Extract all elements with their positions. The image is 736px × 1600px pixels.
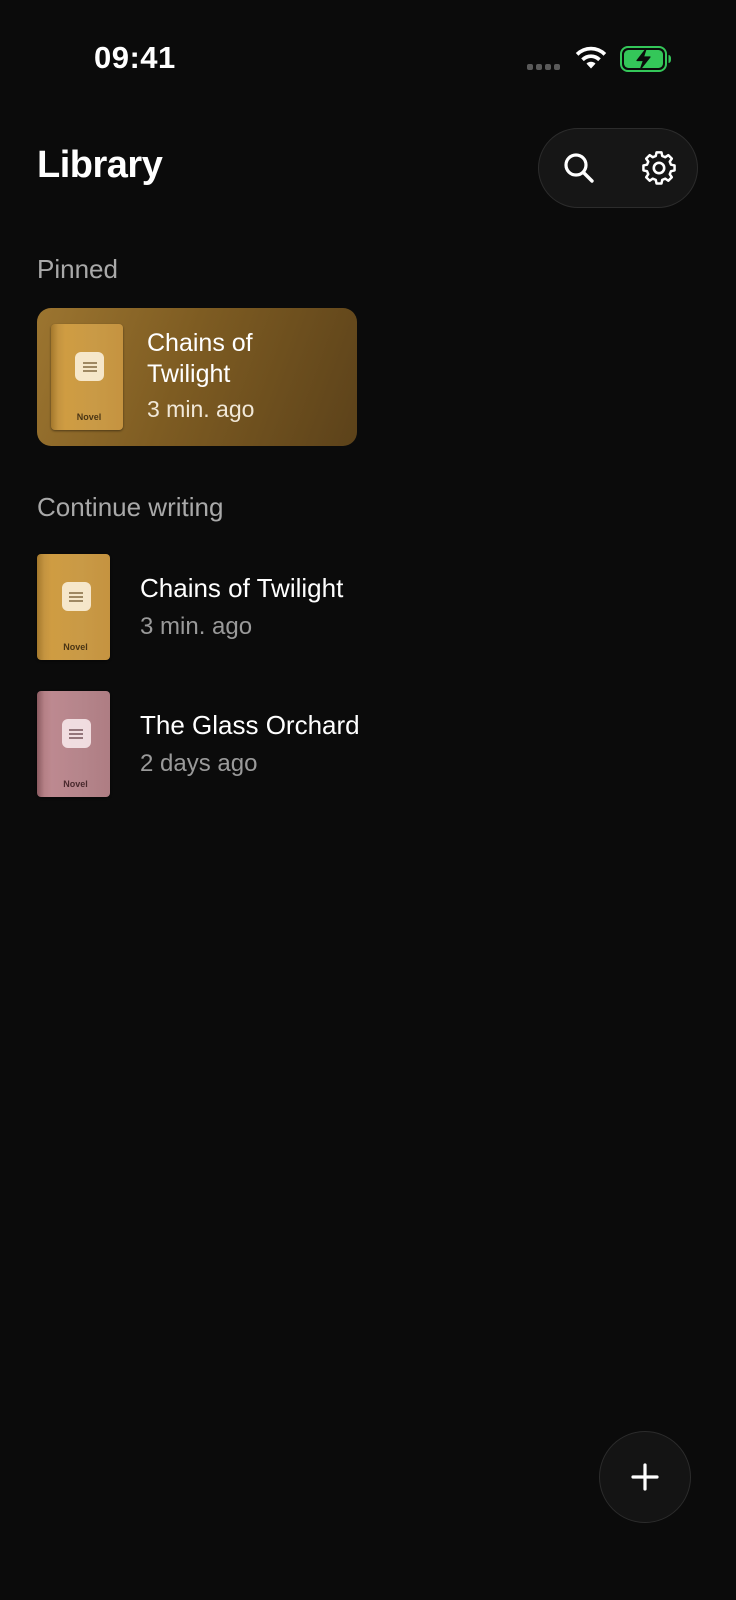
- battery-charging-icon: [620, 46, 671, 72]
- new-book-button[interactable]: [599, 1431, 691, 1523]
- search-button[interactable]: [539, 129, 619, 206]
- book-time: 2 days ago: [140, 750, 258, 777]
- plus-icon: [631, 1463, 659, 1491]
- document-icon: [61, 582, 91, 611]
- book-time: 3 min. ago: [140, 613, 253, 640]
- section-label-pinned: Pinned: [37, 254, 118, 284]
- cover-label: Novel: [76, 412, 102, 422]
- library-screen: 09:41 Library Pinned Novel Chains of Twi…: [0, 0, 736, 1600]
- header-actions: [538, 128, 698, 208]
- gear-icon: [642, 150, 676, 185]
- status-time: 09:41: [94, 40, 176, 75]
- book-title: The Glass Orchard: [140, 710, 360, 740]
- book-title: Chains of Twilight: [140, 573, 344, 603]
- wifi-icon: [575, 46, 607, 69]
- status-bar: 09:41: [0, 0, 736, 100]
- pinned-book-title: Chains of Twilight: [147, 329, 253, 388]
- cellular-signal-icon: [527, 64, 560, 70]
- pinned-book-time: 3 min. ago: [147, 396, 255, 422]
- cover-label: Novel: [63, 779, 88, 789]
- section-label-continue-writing: Continue writing: [37, 492, 224, 522]
- list-item-book[interactable]: Novel The Glass Orchard 2 days ago: [37, 691, 697, 797]
- list-item-book[interactable]: Novel Chains of Twilight 3 min. ago: [37, 554, 697, 660]
- book-cover: Novel: [37, 691, 110, 797]
- document-icon: [75, 352, 104, 381]
- document-icon: [61, 719, 91, 748]
- pinned-book-card[interactable]: Novel Chains of Twilight 3 min. ago: [37, 308, 357, 446]
- settings-button[interactable]: [619, 129, 699, 206]
- book-cover: Novel: [37, 554, 110, 660]
- page-title: Library: [37, 144, 163, 186]
- search-icon: [564, 152, 594, 183]
- book-cover: Novel: [51, 324, 123, 430]
- cover-label: Novel: [63, 642, 88, 652]
